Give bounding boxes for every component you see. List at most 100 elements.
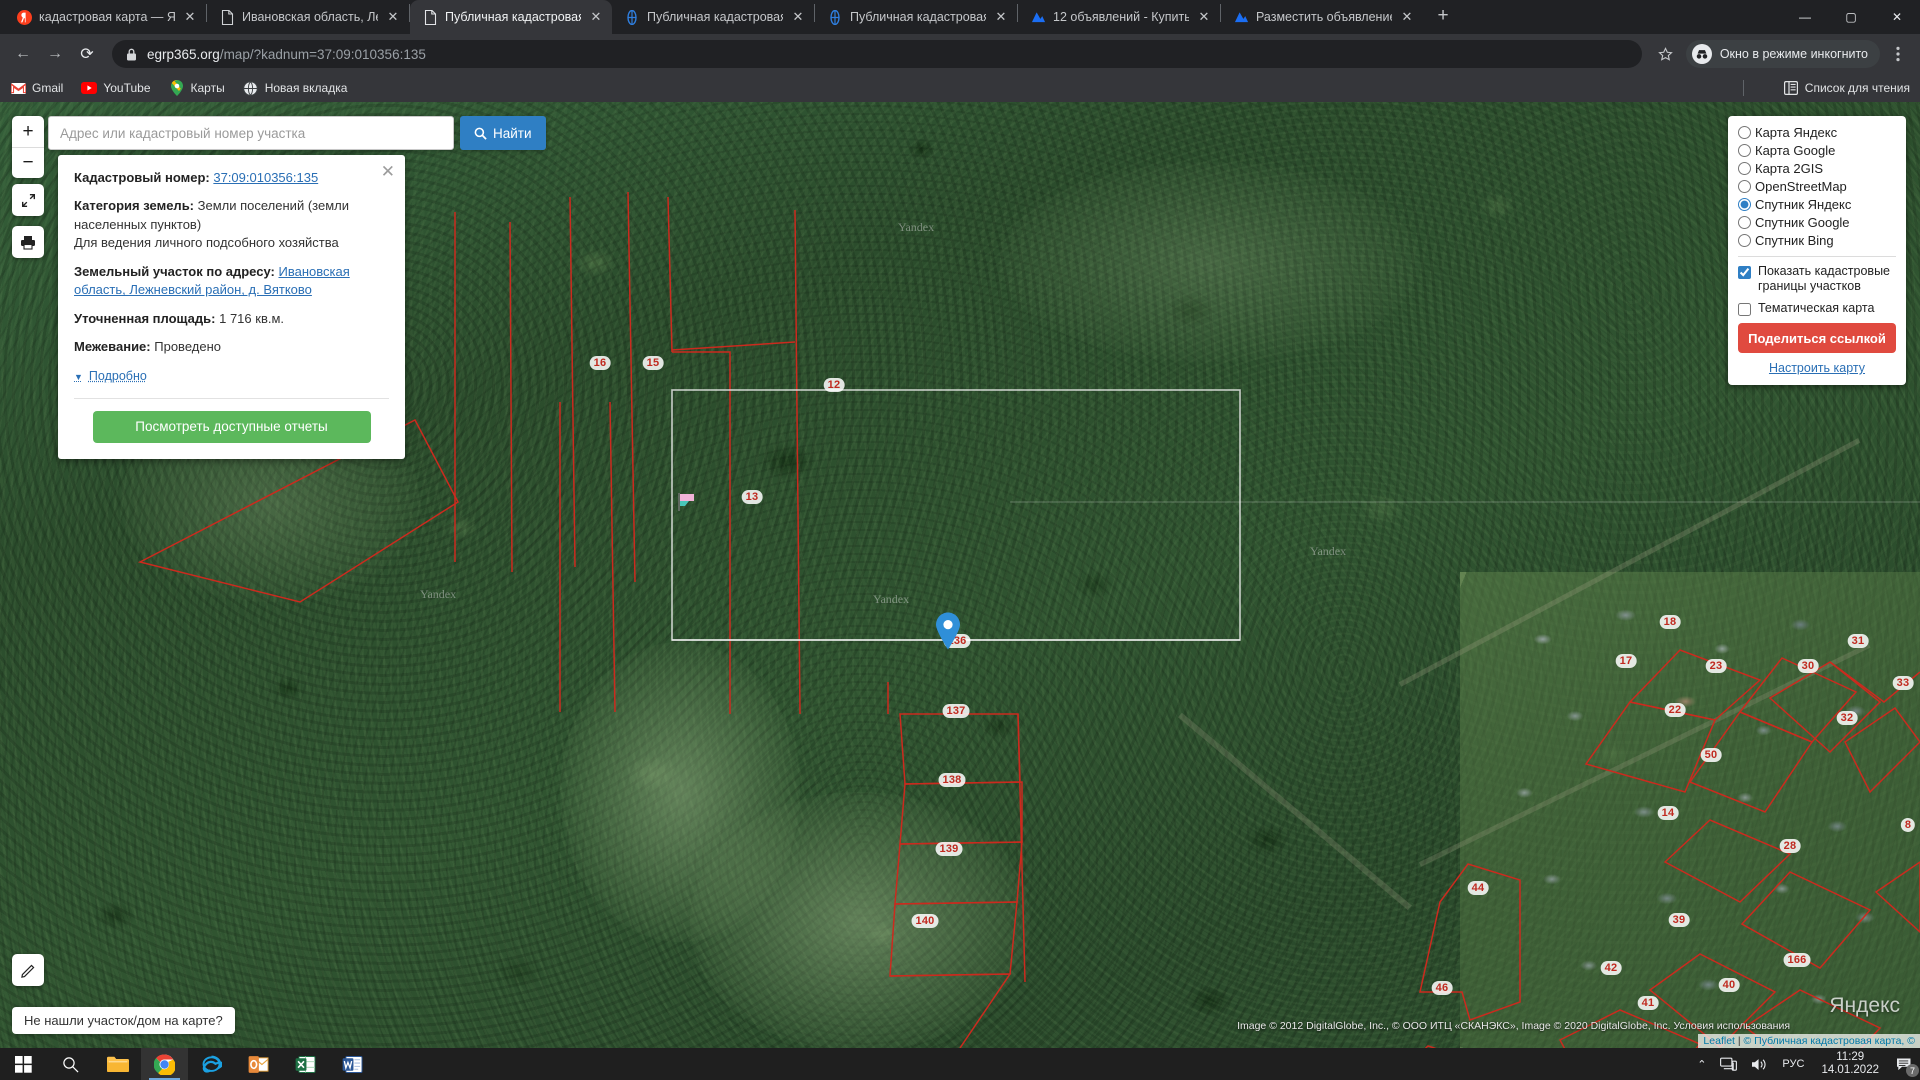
radio[interactable] <box>1738 162 1751 175</box>
taskbar-search-icon[interactable] <box>47 1048 94 1080</box>
basemap-option-2gis-map[interactable]: Карта 2GIS <box>1738 160 1896 177</box>
detail-toggle-button[interactable]: ▼ Подробно <box>74 368 147 386</box>
browser-tab-3-active[interactable]: Публичная кадастровая карта ✕ <box>410 0 612 34</box>
bookmark-new-tab[interactable]: Новая вкладка <box>243 80 348 96</box>
parcel-number-label[interactable]: 166 <box>1784 953 1811 967</box>
tab-close-icon[interactable]: ✕ <box>182 9 198 25</box>
parcel-number-label[interactable]: 50 <box>1701 748 1722 762</box>
zoom-in-button[interactable]: + <box>12 116 44 147</box>
excel-icon[interactable] <box>282 1048 329 1080</box>
parcel-number-label[interactable]: 31 <box>1848 634 1869 648</box>
leaflet-link[interactable]: Leaflet <box>1703 1035 1735 1047</box>
not-found-chip[interactable]: Не нашли участок/дом на карте? <box>12 1007 235 1034</box>
minimize-button[interactable]: — <box>1782 0 1828 34</box>
checkbox-show-cadastral-borders[interactable]: Показать кадастровые границы участков <box>1738 264 1896 294</box>
bookmark-gmail[interactable]: Gmail <box>10 80 63 96</box>
view-reports-button[interactable]: Посмотреть доступные отчеты <box>93 411 371 443</box>
parcel-number-label[interactable]: 140 <box>912 914 939 928</box>
browser-tab-4[interactable]: Публичная кадастровая карта ✕ <box>612 0 814 34</box>
basemap-option-bing-satellite[interactable]: Спутник Bing <box>1738 232 1896 249</box>
pencil-icon[interactable] <box>12 954 44 986</box>
address-bar[interactable]: egrp365.org/map/?kadnum=37:09:010356:135 <box>112 40 1642 68</box>
basemap-option-google-map[interactable]: Карта Google <box>1738 142 1896 159</box>
share-link-button[interactable]: Поделиться ссылкой <box>1738 323 1896 353</box>
map-canvas[interactable]: 1615121313613713813914018172322313033325… <box>0 102 1920 1048</box>
file-explorer-icon[interactable] <box>94 1048 141 1080</box>
parcel-number-label[interactable]: 23 <box>1706 659 1727 673</box>
map-pin-icon[interactable] <box>935 612 961 650</box>
network-icon[interactable] <box>1713 1048 1744 1080</box>
volume-icon[interactable] <box>1744 1048 1775 1080</box>
browser-tab-1[interactable]: кадастровая карта — Яндекс: н ✕ <box>4 0 206 34</box>
word-icon[interactable] <box>329 1048 376 1080</box>
parcel-number-label[interactable]: 17 <box>1616 654 1637 668</box>
parcel-number-label[interactable]: 44 <box>1468 881 1489 895</box>
radio[interactable] <box>1738 216 1751 229</box>
tab-close-icon[interactable]: ✕ <box>1399 9 1415 25</box>
tab-close-icon[interactable]: ✕ <box>385 9 401 25</box>
incognito-indicator[interactable]: Окно в режиме инкогнито <box>1686 40 1880 68</box>
language-indicator[interactable]: РУС <box>1775 1048 1811 1080</box>
tab-close-icon[interactable]: ✕ <box>1196 9 1212 25</box>
parcel-number-label[interactable]: 41 <box>1638 996 1659 1010</box>
tab-close-icon[interactable]: ✕ <box>588 9 604 25</box>
checkbox[interactable] <box>1738 303 1751 316</box>
checkbox-thematic-map[interactable]: Тематическая карта <box>1738 301 1896 316</box>
maximize-button[interactable]: ▢ <box>1828 0 1874 34</box>
radio[interactable] <box>1738 144 1751 157</box>
parcel-number-label[interactable]: 33 <box>1893 676 1914 690</box>
tab-close-icon[interactable]: ✕ <box>993 9 1009 25</box>
parcel-number-label[interactable]: 16 <box>590 356 611 370</box>
browser-tab-7[interactable]: Разместить объявление о про ✕ <box>1221 0 1423 34</box>
parcel-number-label[interactable]: 42 <box>1601 961 1622 975</box>
kebab-menu-icon[interactable] <box>1884 40 1912 68</box>
parcel-number-label[interactable]: 18 <box>1660 615 1681 629</box>
parcel-number-label[interactable]: 14 <box>1658 806 1679 820</box>
close-window-button[interactable]: ✕ <box>1874 0 1920 34</box>
clock[interactable]: 11:29 14.01.2022 <box>1811 1048 1889 1080</box>
bookmark-maps[interactable]: Карты <box>169 80 225 96</box>
close-icon[interactable]: ✕ <box>381 163 395 180</box>
kadnum-value[interactable]: 37:09:010356:135 <box>213 170 318 185</box>
basemap-option-yandex-map[interactable]: Карта Яндекс <box>1738 124 1896 141</box>
fullscreen-button[interactable] <box>12 184 44 216</box>
configure-map-link[interactable]: Настроить карту <box>1738 361 1896 375</box>
print-button[interactable] <box>12 226 44 258</box>
parcel-number-label[interactable]: 39 <box>1669 913 1690 927</box>
chrome-icon[interactable] <box>141 1048 188 1080</box>
search-input[interactable] <box>48 116 454 150</box>
checkbox[interactable] <box>1738 266 1751 279</box>
reload-button[interactable]: ⟳ <box>72 39 102 69</box>
reading-list-button[interactable]: Список для чтения <box>1784 81 1910 95</box>
radio[interactable] <box>1738 180 1751 193</box>
zoom-control[interactable]: + − <box>12 116 44 178</box>
basemap-option-google-satellite[interactable]: Спутник Google <box>1738 214 1896 231</box>
basemap-option-openstreetmap[interactable]: OpenStreetMap <box>1738 178 1896 195</box>
parcel-number-label[interactable]: 12 <box>824 378 845 392</box>
back-button[interactable]: ← <box>8 39 38 69</box>
star-icon[interactable] <box>1652 40 1680 68</box>
radio[interactable] <box>1738 234 1751 247</box>
forward-button[interactable]: → <box>40 39 70 69</box>
parcel-number-label[interactable]: 30 <box>1798 659 1819 673</box>
parcel-number-label[interactable]: 32 <box>1837 711 1858 725</box>
parcel-number-label[interactable]: 138 <box>939 773 966 787</box>
browser-tab-5[interactable]: Публичная кадастровая карта ✕ <box>815 0 1017 34</box>
parcel-number-label[interactable]: 46 <box>1432 981 1453 995</box>
start-button[interactable] <box>0 1048 47 1080</box>
bookmark-youtube[interactable]: YouTube <box>81 80 150 96</box>
radio[interactable] <box>1738 126 1751 139</box>
parcel-number-label[interactable]: 40 <box>1719 978 1740 992</box>
zoom-out-button[interactable]: − <box>12 147 44 178</box>
parcel-number-label[interactable]: 15 <box>643 356 664 370</box>
search-button[interactable]: Найти <box>460 116 546 150</box>
parcel-number-label[interactable]: 13 <box>742 490 763 504</box>
parcel-number-label[interactable]: 139 <box>936 842 963 856</box>
notifications-icon[interactable]: 7 <box>1889 1048 1920 1080</box>
browser-tab-6[interactable]: 12 объявлений - Купить земел ✕ <box>1018 0 1220 34</box>
tab-close-icon[interactable]: ✕ <box>790 9 806 25</box>
outlook-icon[interactable] <box>235 1048 282 1080</box>
tray-expand-icon[interactable]: ⌃ <box>1690 1048 1713 1080</box>
basemap-option-yandex-satellite[interactable]: Спутник Яндекс <box>1738 196 1896 213</box>
parcel-number-label[interactable]: 22 <box>1665 703 1686 717</box>
